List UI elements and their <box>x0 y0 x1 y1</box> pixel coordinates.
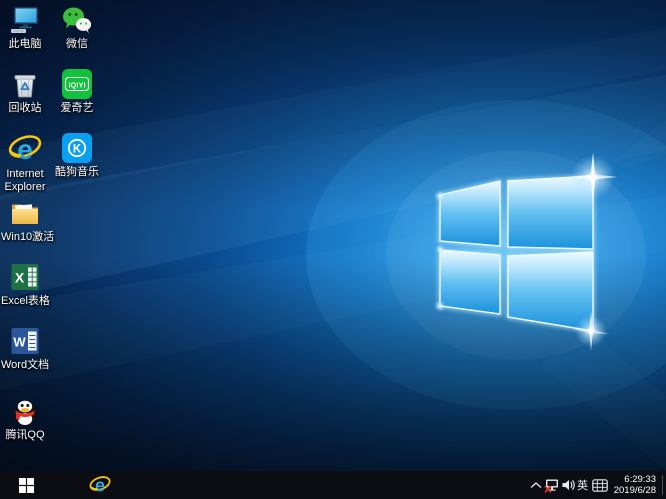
windows-logo-icon <box>18 477 34 493</box>
chevron-up-icon <box>530 481 541 488</box>
tray-show-hidden-icons[interactable] <box>528 471 543 499</box>
taskbar-ie-button[interactable]: e <box>80 471 120 499</box>
icon-label: 腾讯QQ <box>5 429 45 441</box>
word-icon: W <box>11 328 39 354</box>
start-button[interactable] <box>10 471 42 499</box>
desktop-icon-wechat[interactable]: 微信 <box>53 4 101 51</box>
desktop-icon-recycle-bin[interactable]: 回收站 <box>1 68 49 115</box>
internet-explorer-icon: e <box>8 134 42 165</box>
tray-ime-indicator[interactable]: 英 <box>575 471 590 499</box>
speaker-icon <box>562 479 575 491</box>
excel-logo-text: X <box>15 270 25 286</box>
icon-label: 回收站 <box>8 102 42 114</box>
desktop-icon-tencent-qq[interactable]: 腾讯QQ <box>1 395 49 442</box>
desktop-icon-win10-activation[interactable]: Win10激活 <box>1 197 55 244</box>
desktop-icon-iqiyi[interactable]: iQIYI 爱奇艺 <box>53 68 101 115</box>
tray-touch-keyboard[interactable] <box>591 471 608 499</box>
folder-icon <box>12 204 38 224</box>
ime-language-label: 英 <box>577 480 588 492</box>
windows-desktop: 此电脑 微信 回收站 iQIYI 爱奇艺 e Internet Explorer… <box>0 0 666 499</box>
icon-label-line1: Internet <box>6 168 44 180</box>
ie-logo-text: e <box>17 134 33 165</box>
taskbar: e 英 6:29:33 2019/6/28 <box>0 471 666 499</box>
icon-label: 微信 <box>66 38 88 50</box>
icon-label: Word文档 <box>1 359 50 371</box>
iqiyi-logo-text: iQIYI <box>68 81 85 90</box>
wechat-icon <box>63 7 92 34</box>
desktop-icon-this-pc[interactable]: 此电脑 <box>1 4 49 51</box>
icon-label-line2: Explorer <box>4 180 46 193</box>
tray-clock[interactable]: 6:29:33 2019/6/28 <box>614 474 656 496</box>
excel-icon: X <box>11 264 39 290</box>
icon-label: Win10激活 <box>1 231 55 243</box>
recycle-bin-icon <box>14 75 36 98</box>
internet-explorer-icon: e <box>89 476 111 496</box>
desktop-icon-internet-explorer[interactable]: e Internet Explorer <box>1 132 49 193</box>
this-pc-icon <box>11 7 38 33</box>
iqiyi-icon: iQIYI <box>62 69 92 99</box>
ie-logo-text: e <box>95 476 105 496</box>
clock-date: 2019/6/28 <box>613 485 656 496</box>
clock-time: 6:29:33 <box>624 474 656 485</box>
qq-penguin-icon <box>13 400 37 426</box>
icon-label: 此电脑 <box>8 38 42 50</box>
icon-label: Excel表格 <box>1 295 50 307</box>
tray-network-status[interactable] <box>544 471 560 499</box>
desktop-icon-word[interactable]: W Word文档 <box>1 325 49 372</box>
desktop-icon-excel[interactable]: X Excel表格 <box>1 261 50 308</box>
network-disconnected-icon <box>544 479 558 493</box>
icon-label: 酷狗音乐 <box>55 166 99 178</box>
show-desktop-button[interactable] <box>662 475 666 495</box>
keyboard-icon <box>591 478 608 492</box>
kugou-logo-text: K <box>73 143 82 155</box>
tray-volume[interactable] <box>560 471 576 499</box>
word-logo-text: W <box>13 335 26 350</box>
kugou-music-icon: K <box>62 133 92 163</box>
icon-label: 爱奇艺 <box>60 102 94 114</box>
desktop-icon-kugou-music[interactable]: K 酷狗音乐 <box>53 132 101 179</box>
